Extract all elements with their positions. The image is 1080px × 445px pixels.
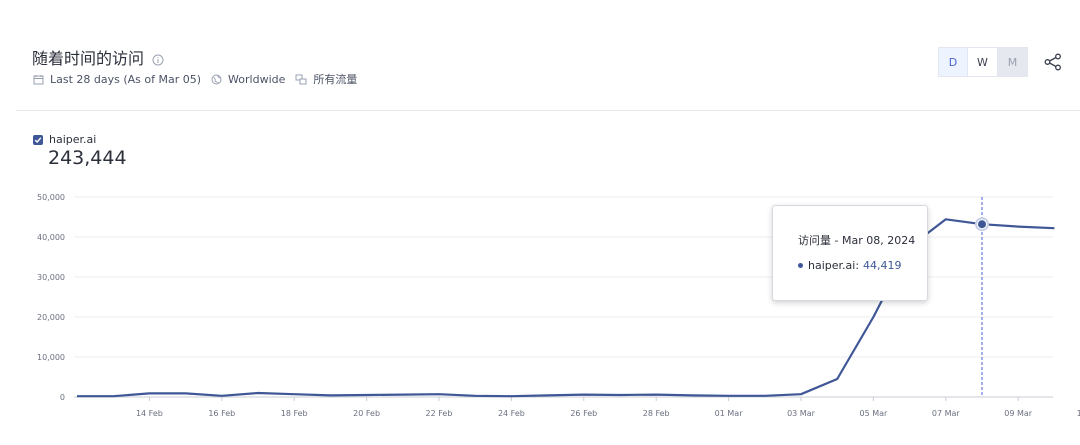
x-tick-label: 05 Mar — [859, 409, 888, 418]
calendar-icon — [33, 74, 44, 84]
traffic-label: 所有流量 — [313, 73, 358, 86]
y-tick-label: 40,000 — [37, 233, 65, 242]
series-legend[interactable]: haiper.ai — [33, 133, 96, 146]
series-checkbox[interactable] — [33, 134, 43, 145]
share-icon[interactable] — [1043, 52, 1063, 72]
granularity-month-button[interactable]: M — [998, 47, 1028, 77]
total-visits: 243,444 — [48, 147, 127, 169]
chart-header: 随着时间的访问 Last 28 days (As of Mar 05) Worl… — [0, 0, 1080, 110]
tooltip-series-label: haiper.ai: — [808, 259, 860, 272]
header-divider — [16, 110, 1080, 111]
tooltip-row: haiper.ai: 44,419 — [798, 259, 902, 272]
y-tick-label: 10,000 — [37, 353, 65, 362]
globe-icon — [211, 74, 222, 84]
region-label: Worldwide — [228, 72, 286, 86]
period-label: Last 28 days (As of Mar 05) — [50, 72, 202, 86]
filters-row: Last 28 days (As of Mar 05) Worldwide 所有… — [33, 71, 367, 87]
info-icon[interactable] — [152, 51, 164, 66]
page-title: 随着时间的访问 — [32, 49, 145, 68]
granularity-week-button[interactable]: W — [968, 47, 998, 77]
title-row: 随着时间的访问 — [32, 45, 164, 69]
x-tick-label: 07 Mar — [932, 409, 961, 418]
tooltip-value: 44,419 — [863, 259, 902, 272]
hover-point — [977, 219, 987, 230]
granularity-day-button[interactable]: D — [938, 47, 968, 77]
traffic-filter[interactable]: 所有流量 — [295, 71, 357, 87]
y-tick-label: 30,000 — [37, 273, 65, 282]
x-tick-label: 20 Feb — [353, 409, 380, 418]
tooltip-title: 访问量 - Mar 08, 2024 — [798, 234, 916, 247]
chart-tooltip: 访问量 - Mar 08, 2024 haiper.ai: 44,419 — [772, 205, 928, 301]
x-tick-label: 22 Feb — [426, 409, 453, 418]
series-name: haiper.ai — [49, 133, 97, 146]
traffic-icon — [295, 74, 307, 84]
x-tick-label: 26 Feb — [570, 409, 597, 418]
x-tick-label: 09 Mar — [1004, 409, 1033, 418]
granularity-toggle: D W M — [938, 47, 1028, 77]
y-tick-label: 0 — [60, 393, 65, 402]
x-tick-label: 28 Feb — [643, 409, 670, 418]
x-tick-label: 14 Feb — [136, 409, 163, 418]
y-tick-label: 50,000 — [37, 193, 65, 202]
period-filter[interactable]: Last 28 days (As of Mar 05) — [33, 73, 201, 86]
tooltip-series-dot — [798, 263, 803, 268]
x-tick-label: 03 Mar — [787, 409, 816, 418]
x-tick-label: 01 Mar — [715, 409, 744, 418]
region-filter[interactable]: Worldwide — [211, 73, 285, 86]
y-tick-label: 20,000 — [37, 313, 65, 322]
x-tick-label: 16 Feb — [208, 409, 235, 418]
x-tick-label: 24 Feb — [498, 409, 525, 418]
x-tick-label: 18 Feb — [281, 409, 308, 418]
